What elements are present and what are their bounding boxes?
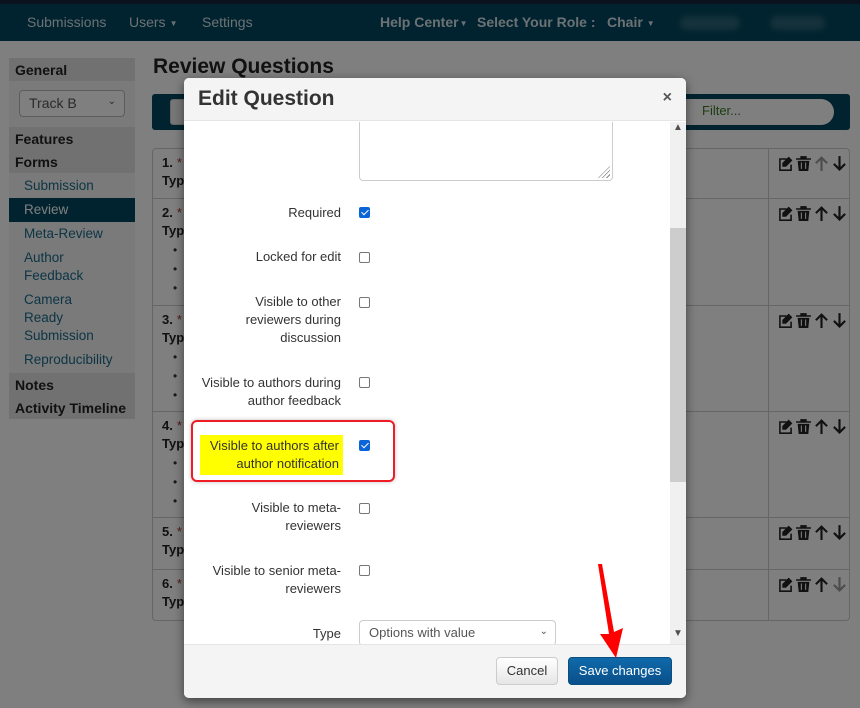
visible-senior-meta-checkbox[interactable] bbox=[359, 565, 370, 576]
label-line: author notification bbox=[236, 456, 339, 471]
resize-handle-icon[interactable] bbox=[598, 166, 610, 178]
description-textarea[interactable] bbox=[359, 122, 613, 181]
label-line: reviewers bbox=[285, 581, 341, 596]
label-line: Visible to senior meta- bbox=[212, 563, 341, 578]
required-checkbox[interactable] bbox=[359, 207, 370, 218]
visible-meta-checkbox[interactable] bbox=[359, 503, 370, 514]
label-line: author feedback bbox=[247, 393, 341, 408]
required-label: Required bbox=[288, 205, 341, 220]
visible-authors-notification-label: Visible to authors after author notifica… bbox=[199, 435, 343, 475]
type-select[interactable]: Options with value ⌄ bbox=[359, 620, 556, 644]
label-line: Visible to meta- bbox=[251, 500, 341, 515]
visible-authors-feedback-checkbox[interactable] bbox=[359, 377, 370, 388]
visible-authors-notification-checkbox[interactable] bbox=[359, 440, 370, 451]
visible-meta-label: Visible to meta- reviewers bbox=[252, 499, 341, 535]
label-line: reviewers during bbox=[245, 312, 341, 327]
modal-title: Edit Question bbox=[198, 87, 335, 110]
type-select-value: Options with value bbox=[369, 625, 476, 640]
label-line: Visible to authors during bbox=[201, 375, 341, 390]
visible-senior-meta-label: Visible to senior meta- reviewers bbox=[213, 562, 341, 598]
edit-question-modal: Edit Question × Required Locked for edit… bbox=[184, 78, 686, 698]
locked-label: Locked for edit bbox=[255, 249, 341, 264]
label-line: reviewers bbox=[285, 518, 341, 533]
modal-footer: Cancel Save changes bbox=[184, 644, 686, 698]
scrollbar-thumb[interactable] bbox=[670, 228, 686, 482]
modal-body: Required Locked for edit Visible to othe… bbox=[184, 122, 670, 644]
cancel-button[interactable]: Cancel bbox=[496, 657, 558, 685]
save-changes-button[interactable]: Save changes bbox=[568, 657, 672, 685]
type-label: Type bbox=[312, 626, 341, 641]
visible-authors-feedback-label: Visible to authors during author feedbac… bbox=[202, 374, 341, 410]
visible-reviewers-checkbox[interactable] bbox=[359, 297, 370, 308]
label-line: discussion bbox=[280, 330, 341, 345]
label-line: Visible to other bbox=[255, 294, 341, 309]
label-line: Visible to authors after bbox=[209, 438, 339, 453]
visible-reviewers-label: Visible to other reviewers during discus… bbox=[246, 293, 341, 347]
chevron-down-icon: ⌄ bbox=[539, 626, 548, 637]
modal-scrollbar[interactable]: ▲ ▼ bbox=[670, 122, 686, 644]
scroll-down-icon[interactable]: ▼ bbox=[670, 628, 686, 644]
locked-checkbox[interactable] bbox=[359, 252, 370, 263]
scroll-up-icon[interactable]: ▲ bbox=[670, 122, 686, 138]
modal-header: Edit Question × bbox=[184, 78, 686, 121]
close-icon[interactable]: × bbox=[663, 89, 672, 107]
